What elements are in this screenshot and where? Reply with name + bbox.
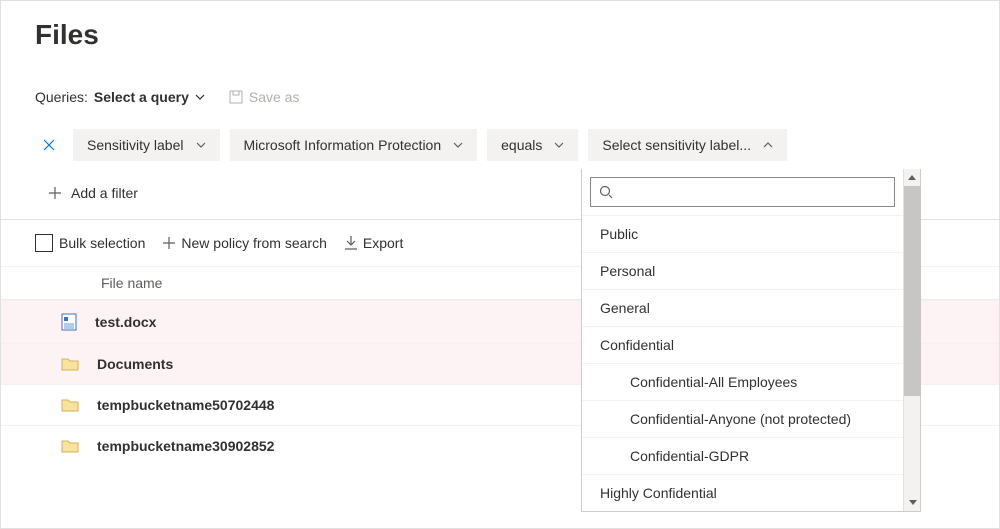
dropdown-search-box[interactable] xyxy=(590,177,895,207)
scroll-up-arrow-icon[interactable] xyxy=(904,169,920,186)
file-name: tempbucketname30902852 xyxy=(97,438,274,454)
dropdown-item[interactable]: Personal xyxy=(582,252,903,289)
scroll-down-arrow-icon[interactable] xyxy=(904,494,921,511)
new-policy-button[interactable]: New policy from search xyxy=(163,235,327,251)
filter-operator-label: equals xyxy=(501,137,542,153)
save-as-label: Save as xyxy=(249,89,300,105)
filter-provider-label: Microsoft Information Protection xyxy=(244,137,442,153)
file-name: tempbucketname50702448 xyxy=(97,397,274,413)
search-icon xyxy=(599,185,613,199)
folder-icon xyxy=(61,398,79,412)
select-query-dropdown[interactable]: Select a query xyxy=(94,89,205,105)
remove-filter-button[interactable] xyxy=(35,131,63,159)
folder-icon xyxy=(61,439,79,453)
queries-label: Queries: xyxy=(35,89,88,105)
bulk-selection-label: Bulk selection xyxy=(59,235,145,251)
filter-value-pill[interactable]: Select sensitivity label... xyxy=(588,129,787,161)
chevron-down-icon xyxy=(196,142,206,148)
export-label: Export xyxy=(363,235,403,251)
add-filter-label: Add a filter xyxy=(71,185,138,201)
filter-field-pill[interactable]: Sensitivity label xyxy=(73,129,220,161)
bulk-selection-button[interactable]: Bulk selection xyxy=(35,234,145,252)
plus-icon xyxy=(49,187,61,199)
document-icon xyxy=(61,313,77,331)
dropdown-item[interactable]: General xyxy=(582,289,903,326)
filter-operator-pill[interactable]: equals xyxy=(487,129,578,161)
new-policy-label: New policy from search xyxy=(181,235,327,251)
chevron-up-icon xyxy=(763,142,773,148)
page-title: Files xyxy=(1,1,999,51)
save-as-button: Save as xyxy=(229,89,300,105)
chevron-down-icon xyxy=(554,142,564,148)
dropdown-item[interactable]: Confidential-GDPR xyxy=(582,437,903,474)
plus-icon xyxy=(163,237,175,249)
filter-value-label: Select sensitivity label... xyxy=(602,137,751,153)
download-icon xyxy=(345,236,357,250)
dropdown-item[interactable]: Confidential-Anyone (not protected) xyxy=(582,400,903,437)
dropdown-item[interactable]: Highly Confidential xyxy=(582,474,903,511)
save-icon xyxy=(229,90,243,104)
folder-icon xyxy=(61,357,79,371)
select-query-text: Select a query xyxy=(94,89,189,105)
export-button[interactable]: Export xyxy=(345,235,403,251)
dropdown-search-input[interactable] xyxy=(613,183,886,201)
dropdown-item[interactable]: Confidential-All Employees xyxy=(582,363,903,400)
dropdown-item[interactable]: Public xyxy=(582,215,903,252)
checkbox-icon xyxy=(35,234,53,252)
dropdown-item[interactable]: Confidential xyxy=(582,326,903,363)
file-name: test.docx xyxy=(95,314,156,330)
chevron-down-icon xyxy=(453,142,463,148)
sensitivity-label-dropdown: PublicPersonalGeneralConfidentialConfide… xyxy=(581,169,921,512)
scrollbar[interactable] xyxy=(903,169,920,511)
filter-provider-pill[interactable]: Microsoft Information Protection xyxy=(230,129,478,161)
filter-field-label: Sensitivity label xyxy=(87,137,184,153)
file-name: Documents xyxy=(97,356,173,372)
scroll-thumb[interactable] xyxy=(904,186,921,396)
close-icon xyxy=(43,139,55,151)
chevron-down-icon xyxy=(195,94,205,100)
